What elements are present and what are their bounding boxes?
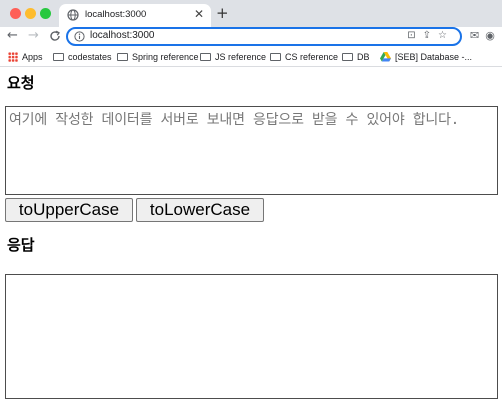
globe-icon <box>67 9 79 21</box>
browser-tab[interactable]: localhost:3000 ✕ <box>59 4 211 27</box>
translate-icon[interactable]: ⊡ <box>407 30 422 41</box>
folder-icon <box>342 52 353 61</box>
bookmark-apps[interactable]: Apps <box>8 50 43 64</box>
address-bar[interactable]: localhost:3000 ⊡⇪☆ <box>66 27 462 46</box>
apps-grid-icon <box>8 51 18 62</box>
browser-toolbar: ← → localhost:3000 ⊡⇪☆ ✉◉ <box>0 27 502 47</box>
tab-title: localhost:3000 <box>85 9 147 20</box>
window-zoom-button[interactable] <box>40 8 51 19</box>
to-upper-case-button[interactable]: toUpperCase <box>5 198 133 222</box>
page-content: 요청 toUpperCase toLowerCase 응답 <box>0 68 502 413</box>
folder-icon <box>53 52 64 61</box>
bookmark-codestates[interactable]: codestates <box>53 50 112 64</box>
close-icon[interactable]: ✕ <box>194 7 204 21</box>
bookmark-spring-reference[interactable]: Spring reference <box>117 50 199 64</box>
browser-tabstrip: localhost:3000 ✕ + <box>0 0 502 27</box>
star-icon[interactable]: ☆ <box>438 30 454 41</box>
share-icon[interactable]: ⇪ <box>423 30 438 41</box>
response-textarea[interactable] <box>5 274 498 399</box>
omnibox-actions: ⊡⇪☆ <box>407 30 454 41</box>
url-text[interactable]: localhost:3000 <box>90 30 155 41</box>
to-lower-case-button[interactable]: toLowerCase <box>136 198 264 222</box>
window-minimize-button[interactable] <box>25 8 36 19</box>
toolbar-extensions: ✉◉ <box>470 29 501 42</box>
request-textarea[interactable] <box>5 106 498 195</box>
response-heading: 응답 <box>7 236 35 254</box>
folder-icon <box>200 52 211 61</box>
folder-icon <box>270 52 281 61</box>
info-icon[interactable] <box>74 31 85 42</box>
drive-icon <box>380 51 391 62</box>
back-arrow-icon[interactable]: ← <box>7 28 18 44</box>
bookmark-db[interactable]: DB <box>342 50 370 64</box>
reload-icon[interactable] <box>49 28 61 45</box>
window-close-button[interactable] <box>10 8 21 19</box>
bookmark-seb-database[interactable]: [SEB] Database -... <box>380 50 472 64</box>
bookmarks-bar: Apps codestates Spring reference JS refe… <box>0 47 502 67</box>
request-heading: 요청 <box>7 74 35 92</box>
new-tab-button[interactable]: + <box>216 4 229 22</box>
forward-arrow-icon[interactable]: → <box>28 28 39 44</box>
folder-icon <box>117 52 128 61</box>
bookmark-js-reference[interactable]: JS reference <box>200 50 266 64</box>
mail-icon[interactable]: ✉ <box>470 29 485 42</box>
bookmark-cs-reference[interactable]: CS reference <box>270 50 338 64</box>
profile-icon[interactable]: ◉ <box>485 29 501 42</box>
